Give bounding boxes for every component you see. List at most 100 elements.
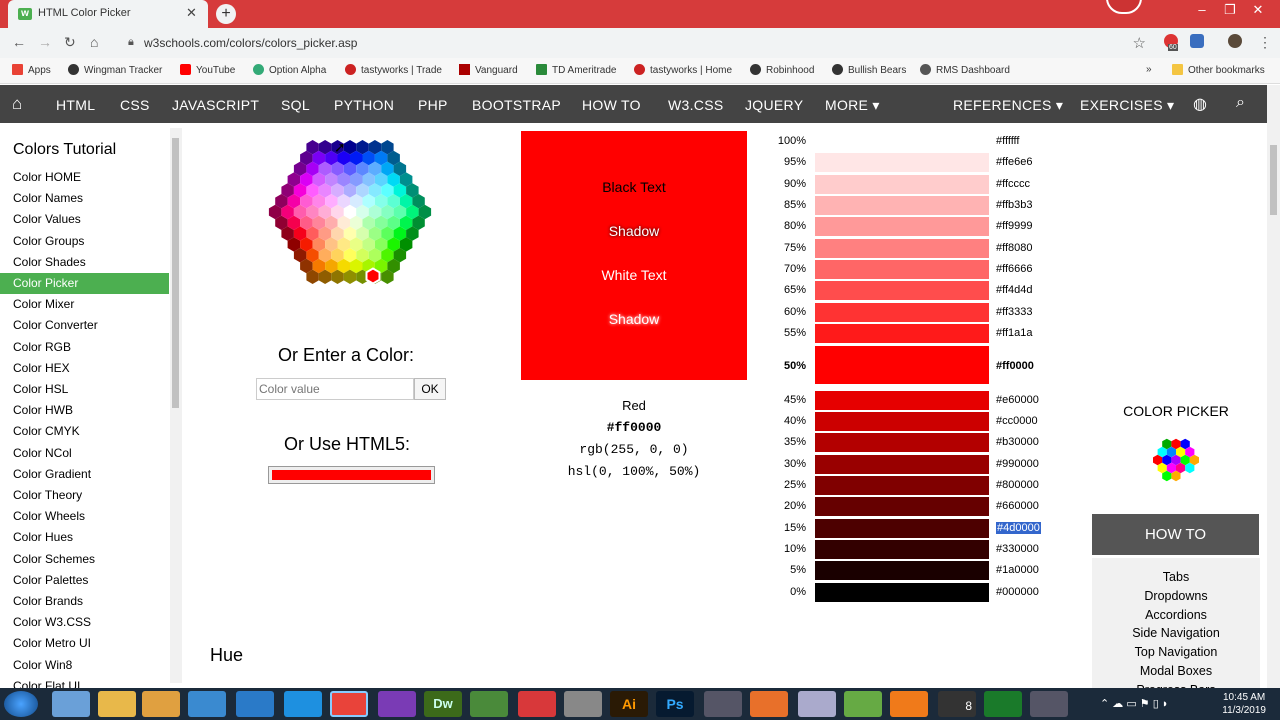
taskbar-app-icon[interactable] [1030,691,1068,717]
scrollbar-thumb[interactable] [172,138,179,408]
bookmark-apps[interactable]: Apps [12,64,51,76]
sidebar-item[interactable]: Color Schemes [0,549,169,570]
bookmark-vanguard[interactable]: Vanguard [459,64,518,76]
bookmark-tastyworks-trade[interactable]: tastyworks | Trade [345,64,442,76]
taskbar-app-icon[interactable] [564,691,602,717]
sidebar-item[interactable]: Color Win8 [0,655,169,676]
sidebar-item[interactable]: Color Converter [0,315,169,336]
bookmark-td-ameritrade[interactable]: TD Ameritrade [536,64,616,76]
nav-bootstrap[interactable]: BOOTSTRAP [472,97,561,113]
bookmark-youtube[interactable]: YouTube [180,64,235,76]
shade-bar[interactable] [815,217,989,236]
howto-header[interactable]: HOW TO [1092,514,1259,555]
shade-hex[interactable]: #660000 [996,500,1039,512]
taskbar-clock[interactable]: 10:45 AM 11/3/2019 [1222,691,1266,717]
shade-bar[interactable] [815,324,989,343]
shade-hex[interactable]: #ff9999 [996,220,1033,232]
bookmark-option-alpha[interactable]: Option Alpha [253,64,326,76]
shade-bar[interactable] [815,346,989,384]
shade-bar[interactable] [815,281,989,300]
shade-bar[interactable] [815,132,989,151]
sidebar-item[interactable]: Color Values [0,209,169,230]
shade-hex[interactable]: #ffe6e6 [996,156,1033,168]
howto-item[interactable]: Tabs [1092,570,1260,584]
dreamweaver-icon[interactable]: Dw [424,691,462,717]
page-scrollbar[interactable] [1267,85,1280,688]
nav-more[interactable]: MORE ▾ [825,97,880,114]
howto-item[interactable]: Accordions [1092,608,1260,622]
shade-hex[interactable]: #b30000 [996,436,1039,448]
shade-hex[interactable]: #ffb3b3 [996,199,1033,211]
more-bookmarks-icon[interactable]: » [1146,64,1152,75]
forward-icon[interactable]: → [38,34,52,50]
calculator-icon[interactable] [798,691,836,717]
sidebar-item[interactable]: Color HOME [0,167,169,188]
bookmark-wingman[interactable]: Wingman Tracker [68,64,162,76]
close-window-icon[interactable]: ✕ [1244,2,1272,18]
sidebar-item[interactable]: Color Mixer [0,294,169,315]
selected-hex-cell[interactable] [365,267,381,285]
taskbar-app-icon[interactable] [470,691,508,717]
sidebar-item[interactable]: Color Picker [0,273,169,294]
shade-hex[interactable]: #ffcccc [996,178,1030,190]
shade-bar[interactable] [815,519,989,538]
shade-bar[interactable] [815,175,989,194]
nav-sql[interactable]: SQL [281,97,310,113]
back-icon[interactable]: ← [12,34,26,50]
url-bar[interactable]: 🔒︎ w3schools.com/colors/colors_picker.as… [118,32,1158,54]
shade-bar[interactable] [815,583,989,602]
sidebar-item[interactable]: Color CMYK [0,421,169,442]
shade-hex[interactable]: #ff4d4d [996,284,1033,296]
color-value-input[interactable] [256,378,414,400]
html5-color-input[interactable] [268,466,435,484]
bookmark-bullish-bears[interactable]: Bullish Bears [832,64,906,76]
sidebar-item[interactable]: Color Palettes [0,570,169,591]
sidebar-item[interactable]: Color Wheels [0,506,169,527]
shade-bar[interactable] [815,260,989,279]
sidebar-item[interactable]: Color Hues [0,527,169,548]
shade-hex[interactable]: #990000 [996,458,1039,470]
shade-hex[interactable]: #800000 [996,479,1039,491]
taskbar-app-icon[interactable] [984,691,1022,717]
onenote-icon[interactable] [378,691,416,717]
sidebar-item[interactable]: Color RGB [0,337,169,358]
taskbar-app-icon[interactable]: 8 [938,691,976,717]
sidebar-item[interactable]: Color W3.CSS [0,612,169,633]
shade-bar[interactable] [815,455,989,474]
shade-bar[interactable] [815,433,989,452]
browser-tab[interactable]: w HTML Color Picker ✕ [8,0,208,28]
taskbar-app-icon[interactable] [236,691,274,717]
shade-hex[interactable]: #000000 [996,586,1039,598]
color-picker-logo-icon[interactable] [1140,430,1212,492]
internet-explorer-icon[interactable] [284,691,322,717]
shade-hex[interactable]: #1a0000 [996,564,1039,576]
taskbar-app-icon[interactable] [188,691,226,717]
color-hexagon-map[interactable] [252,128,452,300]
tastyworks-app-icon[interactable] [518,691,556,717]
shade-bar[interactable] [815,540,989,559]
sidebar-item[interactable]: Color Flat UI [0,676,169,688]
nav-php[interactable]: PHP [418,97,448,113]
sidebar-item[interactable]: Color Names [0,188,169,209]
shade-hex[interactable]: #ffffff [996,135,1019,147]
photoshop-icon[interactable]: Ps [656,691,694,717]
nav-exercises[interactable]: EXERCISES ▾ [1080,97,1174,114]
illustrator-icon[interactable]: Ai [610,691,648,717]
system-tray[interactable]: ⌃ ☁ ▭ ⚑ ▯ ◗ [1100,697,1168,710]
shade-hex[interactable]: #ff1a1a [996,327,1033,339]
shade-hex[interactable]: #ff3333 [996,306,1033,318]
bookmark-tastyworks-home[interactable]: tastyworks | Home [634,64,732,76]
media-player-icon[interactable] [142,691,180,717]
bookmark-star-icon[interactable]: ☆ [1133,34,1146,52]
sidebar-item[interactable]: Color Gradient [0,464,169,485]
howto-item[interactable]: Side Navigation [1092,626,1260,640]
maximize-icon[interactable]: ❐ [1216,2,1244,18]
nav-python[interactable]: PYTHON [334,97,394,113]
menu-kebab-icon[interactable]: ⋮ [1258,34,1272,51]
sidebar-item[interactable]: Color Brands [0,591,169,612]
nav-html[interactable]: HTML [56,97,95,113]
profile-avatar[interactable] [1228,34,1242,48]
shade-hex[interactable]: #ff6666 [996,263,1033,275]
shade-bar[interactable] [815,153,989,172]
ok-button[interactable]: OK [414,378,446,400]
